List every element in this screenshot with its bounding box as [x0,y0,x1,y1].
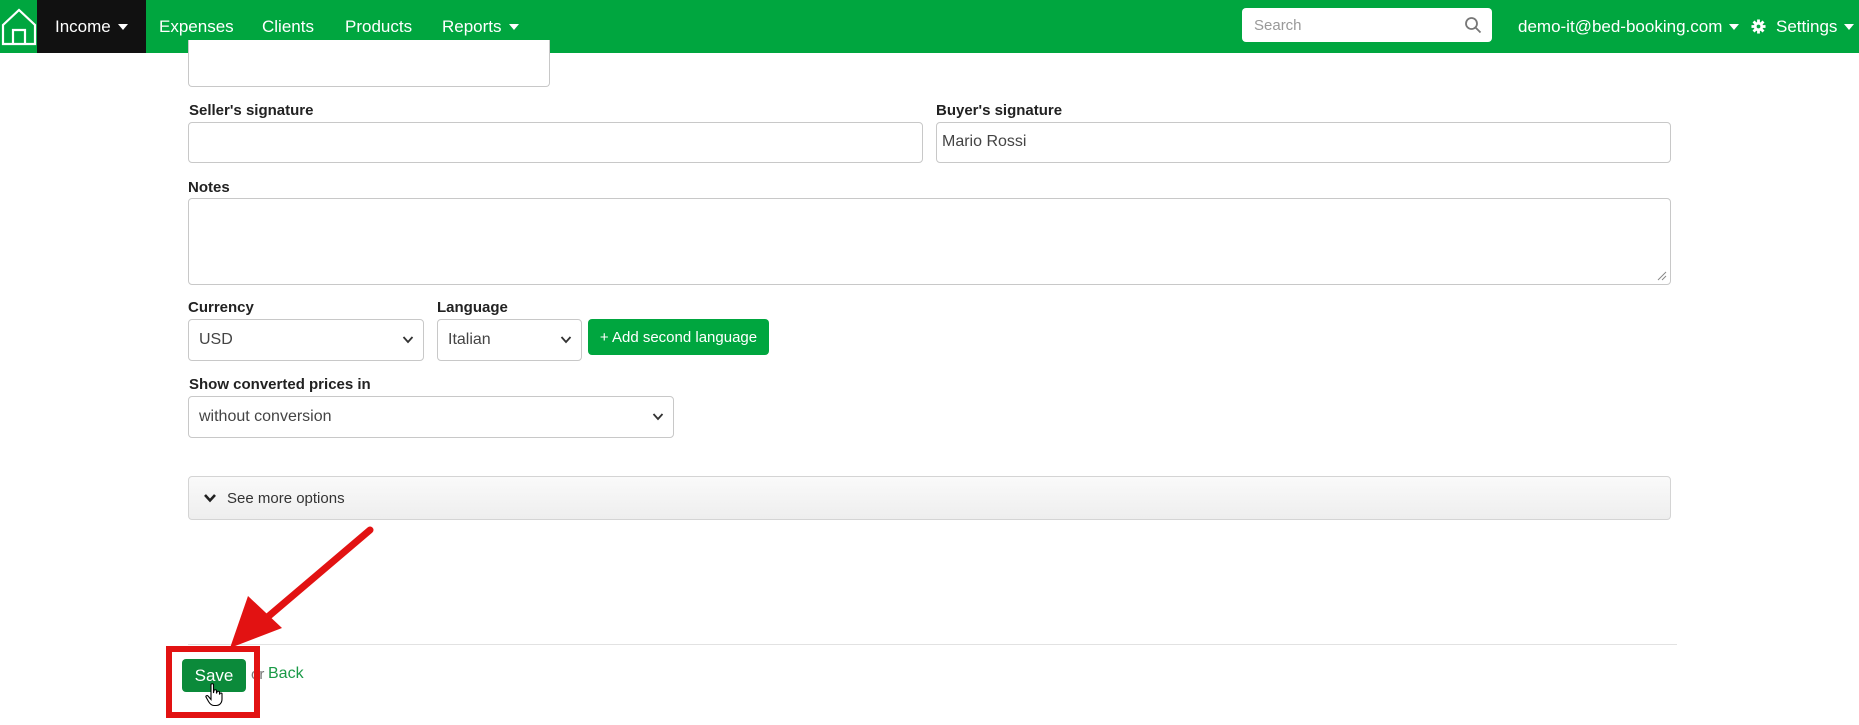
chevron-down-icon [402,336,414,344]
converted-prices-label: Show converted prices in [189,376,371,393]
seller-signature-label: Seller's signature [189,102,314,119]
home-button[interactable] [0,0,37,53]
buyer-signature-value: Mario Rossi [942,133,1027,150]
nav-income[interactable]: Income [37,0,146,53]
chevron-down-icon [560,336,572,344]
resize-handle-icon[interactable] [1657,271,1667,281]
buyer-signature-label: Buyer's signature [936,102,1063,119]
save-highlight-box [166,646,260,718]
home-icon [1,7,36,45]
add-second-language-label: + Add second language [599,328,758,346]
converted-prices-value: without conversion [199,408,332,425]
previous-field-input[interactable] [188,40,550,87]
nav-income-label: Income [55,16,111,36]
seller-signature-input[interactable] [188,122,923,163]
settings-menu[interactable]: Settings [1751,0,1855,53]
nav-reports-label: Reports [442,16,502,36]
search-box [1242,8,1492,42]
form-divider [188,644,1677,645]
user-menu[interactable]: demo-it@bed-booking.com [1518,0,1740,53]
see-more-options-toggle[interactable]: See more options [188,476,1671,520]
search-icon[interactable] [1464,16,1482,34]
annotation-arrow-icon [230,526,374,648]
gear-icon [1751,19,1766,34]
converted-prices-select[interactable]: without conversion [188,396,674,438]
search-input[interactable] [1242,8,1492,42]
nav-expenses-label: Expenses [159,16,234,36]
currency-select[interactable]: USD [188,319,424,361]
currency-value: USD [199,331,233,348]
nav-clients-label: Clients [262,16,314,36]
caret-down-icon [117,23,128,30]
buyer-signature-input[interactable]: Mario Rossi [936,122,1671,163]
settings-label: Settings [1776,16,1838,36]
language-select[interactable]: Italian [437,319,582,361]
caret-down-icon [1844,23,1855,30]
notes-textarea[interactable] [188,198,1671,285]
caret-down-icon [1729,23,1740,30]
see-more-options-label: See more options [227,489,345,507]
back-link[interactable]: Back [268,665,304,683]
hand-cursor-icon [205,683,223,707]
language-value: Italian [448,331,491,348]
notes-label: Notes [188,179,230,196]
add-second-language-button[interactable]: + Add second language [588,319,769,355]
caret-down-icon [508,23,519,30]
user-email: demo-it@bed-booking.com [1518,16,1723,36]
chevron-down-icon [652,413,664,421]
chevron-down-icon [204,494,216,503]
language-label: Language [437,299,508,316]
nav-products-label: Products [345,16,413,36]
currency-label: Currency [188,299,254,316]
